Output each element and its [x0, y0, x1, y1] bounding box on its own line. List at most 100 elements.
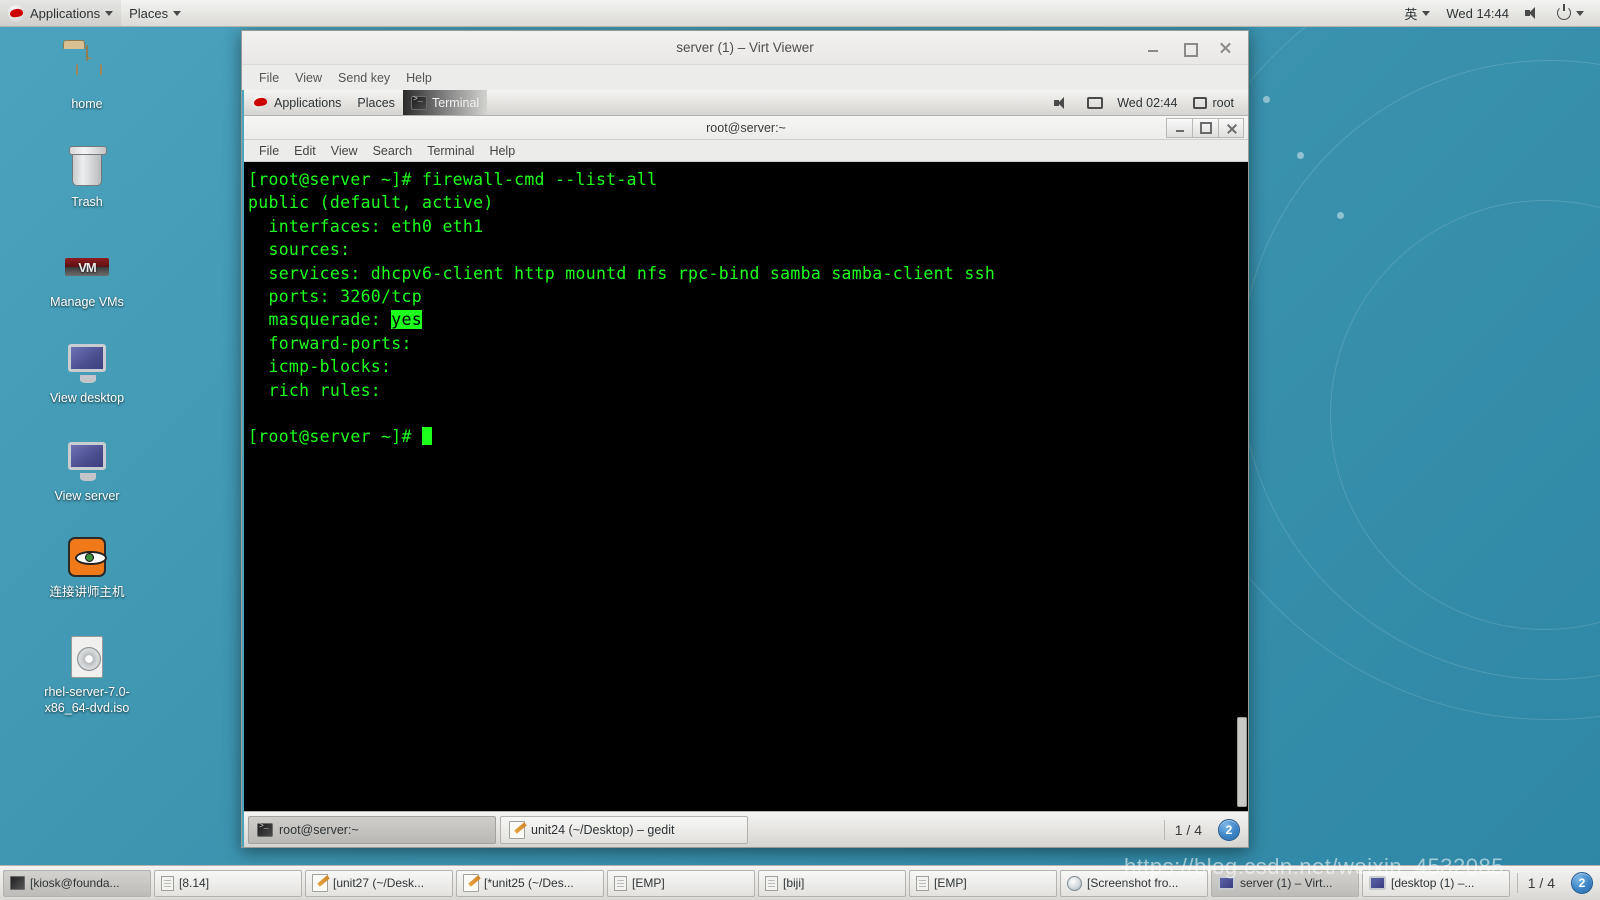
taskbar-item-label: [desktop (1) –... [1391, 876, 1475, 890]
terminal-line: masquerade: yes [248, 310, 422, 330]
guest-workspace-count[interactable]: 1 / 4 [1163, 819, 1212, 840]
gedit-icon [312, 874, 328, 892]
menu-file[interactable]: File [252, 142, 286, 160]
volume-icon [1054, 96, 1070, 110]
terminal-window-controls [1166, 117, 1248, 138]
virt-viewer-title: server (1) – Virt Viewer [676, 40, 814, 55]
terminal-scrollbar[interactable] [1235, 162, 1248, 811]
desktop-icon-home[interactable]: home [12, 45, 162, 113]
redhat-logo-icon [8, 4, 25, 22]
places-menu-label: Places [129, 5, 169, 21]
maximize-icon[interactable] [1192, 117, 1218, 138]
host-taskbar: [kiosk@founda... [8.14] [unit27 (~/Desk.… [0, 865, 1600, 900]
taskbar-item-emp-1[interactable]: [EMP] [607, 869, 755, 897]
desktop-icon-manage-vms[interactable]: VM Manage VMs [12, 244, 162, 311]
terminal-titlebar[interactable]: root@server:~ [244, 116, 1248, 140]
guest-network-indicator[interactable] [1078, 90, 1109, 115]
taskbar-item-label: unit24 (~/Desktop) – gedit [531, 822, 675, 837]
terminal-line: rich rules: [248, 380, 382, 400]
guest-top-panel: Applications Places Terminal Wed 02:44 [244, 90, 1248, 116]
guest-places-menu[interactable]: Places [349, 90, 403, 115]
taskbar-item-814[interactable]: [8.14] [154, 869, 302, 897]
menu-send-key[interactable]: Send key [331, 69, 397, 87]
taskbar-item-emp-2[interactable]: [EMP] [909, 869, 1057, 897]
terminal-line: [root@server ~]# [248, 425, 1248, 448]
menu-view[interactable]: View [288, 69, 329, 87]
desktop-icon-view-desktop[interactable]: View desktop [12, 340, 162, 407]
desktop-icon-trash[interactable]: Trash [12, 144, 162, 211]
guest-clock[interactable]: Wed 02:44 [1109, 90, 1185, 115]
guest-clock-label: Wed 02:44 [1117, 95, 1178, 110]
taskbar-item-terminal[interactable]: root@server:~ [248, 815, 496, 844]
guest-notification-badge[interactable]: 2 [1218, 818, 1240, 841]
desktop-icon-label: Manage VMs [50, 295, 124, 309]
virt-viewer-titlebar[interactable]: server (1) – Virt Viewer [242, 31, 1248, 65]
menu-edit[interactable]: Edit [287, 142, 323, 160]
input-method-label: 英 [1404, 6, 1418, 22]
system-menu[interactable] [1549, 0, 1592, 26]
taskbar-item-label: [unit27 (~/Desk... [333, 876, 425, 890]
taskbar-item-screenshot[interactable]: [Screenshot fro... [1060, 869, 1208, 897]
terminal-line: public (default, active) [248, 193, 494, 213]
chevron-down-icon [1576, 10, 1584, 16]
volume-muted-icon [1525, 6, 1541, 20]
guest-volume-indicator[interactable] [1046, 90, 1078, 115]
chevron-down-icon [105, 10, 114, 16]
taskbar-item-virt-viewer[interactable]: server (1) – Virt... [1211, 869, 1359, 897]
minimize-icon[interactable] [1146, 41, 1160, 55]
screenshot-icon [1067, 875, 1082, 891]
terminal-line: [root@server ~]# firewall-cmd --list-all [248, 170, 658, 189]
maximize-icon[interactable] [1182, 41, 1198, 57]
menu-search[interactable]: Search [366, 142, 420, 160]
document-icon [765, 875, 778, 891]
terminal-cursor [421, 427, 432, 446]
taskbar-item-gedit[interactable]: unit24 (~/Desktop) – gedit [500, 815, 748, 844]
close-icon[interactable] [1218, 41, 1232, 55]
iso-disc-icon [63, 634, 111, 682]
power-icon [1557, 4, 1571, 20]
desktop-icon-view-server[interactable]: View server [12, 438, 162, 505]
taskbar-item-kiosk-terminal[interactable]: [kiosk@founda... [3, 869, 151, 897]
host-workspace-indicator: 1 / 4 2 [1516, 872, 1597, 894]
terminal-output-area[interactable]: [root@server ~]# firewall-cmd --list-all… [244, 162, 1248, 811]
desktop-icon-connect-instructor[interactable]: 连接讲师主机 [12, 534, 162, 601]
desktop-icon-rhel-iso[interactable]: rhel-server-7.0-x86_64-dvd.iso [12, 634, 162, 716]
input-method-indicator[interactable]: 英 [1396, 0, 1438, 26]
taskbar-item-unit27[interactable]: [unit27 (~/Desk... [305, 869, 453, 897]
terminal-icon [410, 95, 427, 110]
menu-terminal[interactable]: Terminal [420, 142, 481, 160]
monitor-icon [63, 340, 111, 388]
terminal-text: [root@server ~]# firewall-cmd --list-all… [248, 168, 1248, 449]
scrollbar-thumb[interactable] [1237, 717, 1247, 807]
guest-applications-menu[interactable]: Applications [244, 90, 349, 115]
taskbar-item-desktop-vm[interactable]: [desktop (1) –... [1362, 869, 1510, 897]
terminal-window: root@server:~ File Edit View Search Term… [244, 116, 1248, 811]
terminal-icon [257, 822, 273, 837]
taskbar-item-unit25[interactable]: [*unit25 (~/Des... [456, 869, 604, 897]
document-icon [614, 875, 627, 891]
host-workspace-count[interactable]: 1 / 4 [1516, 873, 1565, 893]
terminal-title: root@server:~ [706, 120, 786, 135]
guest-user-menu[interactable]: root [1185, 90, 1242, 115]
desktop-icon-label: rhel-server-7.0-x86_64-dvd.iso [44, 685, 130, 715]
close-icon[interactable] [1218, 117, 1244, 138]
guest-window-menu-terminal[interactable]: Terminal [402, 90, 488, 115]
menu-help[interactable]: Help [482, 142, 522, 160]
clock[interactable]: Wed 14:44 [1438, 0, 1517, 26]
guest-screen: Applications Places Terminal Wed 02:44 [242, 90, 1248, 847]
guest-taskbar: root@server:~ unit24 (~/Desktop) – gedit… [244, 811, 1248, 847]
places-menu[interactable]: Places [121, 0, 189, 26]
chevron-down-icon [173, 10, 182, 16]
guest-user-label: root [1212, 95, 1234, 110]
host-notification-badge[interactable]: 2 [1571, 872, 1593, 894]
redhat-logo-icon [252, 94, 269, 111]
menu-file[interactable]: File [252, 69, 286, 87]
gedit-icon [509, 820, 525, 839]
minimize-icon[interactable] [1166, 117, 1192, 138]
menu-view[interactable]: View [324, 142, 365, 160]
taskbar-item-biji[interactable]: [biji] [758, 869, 906, 897]
volume-indicator[interactable] [1517, 0, 1549, 26]
applications-menu[interactable]: Applications [0, 0, 122, 26]
menu-help[interactable]: Help [399, 69, 439, 87]
